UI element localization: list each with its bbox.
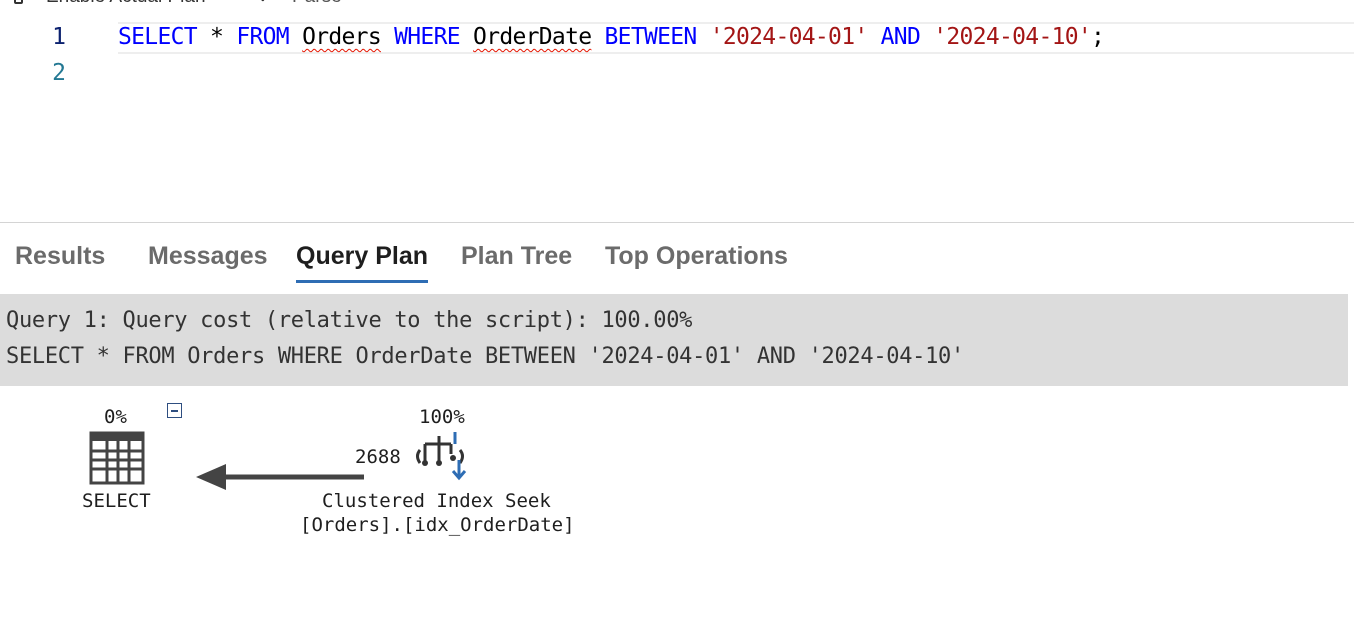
- keyword-between: BETWEEN: [604, 24, 698, 50]
- code-token: ;: [1091, 24, 1105, 50]
- enable-actual-plan-button[interactable]: Enable Actual Plan: [46, 0, 206, 8]
- plan-icon[interactable]: [14, 0, 23, 4]
- keyword-where: WHERE: [394, 24, 460, 50]
- editor-line-2[interactable]: 2: [0, 56, 1354, 92]
- keyword-and: AND: [880, 24, 921, 50]
- tab-query-plan[interactable]: Query Plan: [296, 240, 428, 283]
- parse-button[interactable]: Parse: [292, 0, 342, 8]
- clustered-index-seek-icon[interactable]: [413, 430, 475, 486]
- select-cost: 0%: [104, 406, 127, 428]
- string-literal: '2024-04-01': [709, 24, 868, 50]
- column-identifier: OrderDate: [473, 24, 592, 50]
- check-icon: ✓: [258, 0, 274, 9]
- query-plan-header: Query 1: Query cost (relative to the scr…: [0, 294, 1348, 386]
- select-node-label: SELECT: [82, 490, 151, 512]
- seek-node-label-op: Clustered Index Seek: [322, 490, 551, 512]
- keyword-select: SELECT: [118, 24, 198, 50]
- code-token: *: [196, 24, 237, 50]
- tab-plan-tree[interactable]: Plan Tree: [461, 240, 572, 280]
- query-text: SELECT * FROM Orders WHERE OrderDate BET…: [6, 344, 964, 369]
- tab-results[interactable]: Results: [15, 240, 105, 280]
- query-cost-text: Query 1: Query cost (relative to the scr…: [6, 308, 693, 333]
- results-tabs: Results Messages Query Plan Plan Tree To…: [0, 240, 1354, 284]
- row-count: 2688: [355, 446, 401, 468]
- execution-plan: 0% SELECT 2688 100% Clustered Index Seek…: [0, 394, 1354, 632]
- select-node-icon[interactable]: [88, 430, 146, 486]
- editor-line-1[interactable]: 1 SELECT * FROM Orders WHERE OrderDate B…: [0, 20, 1354, 56]
- line-number: 2: [52, 60, 66, 86]
- line-number: 1: [52, 24, 66, 50]
- data-flow-arrow: [196, 464, 364, 490]
- seek-cost: 100%: [419, 406, 465, 428]
- panel-divider[interactable]: [0, 222, 1354, 223]
- tab-top-operations[interactable]: Top Operations: [605, 240, 788, 280]
- toolbar: Enable Actual Plan ✓ Parse: [0, 0, 1354, 8]
- string-literal: '2024-04-10': [933, 24, 1092, 50]
- tab-messages[interactable]: Messages: [148, 240, 268, 280]
- table-identifier: Orders: [302, 24, 382, 50]
- code-editor[interactable]: 1 SELECT * FROM Orders WHERE OrderDate B…: [0, 20, 1354, 130]
- collapse-toggle[interactable]: [167, 403, 182, 418]
- code-text[interactable]: SELECT * FROM Orders WHERE OrderDate BET…: [118, 24, 1105, 50]
- keyword-from: FROM: [236, 24, 289, 50]
- seek-node-label-object: [Orders].[idx_OrderDate]: [300, 514, 575, 536]
